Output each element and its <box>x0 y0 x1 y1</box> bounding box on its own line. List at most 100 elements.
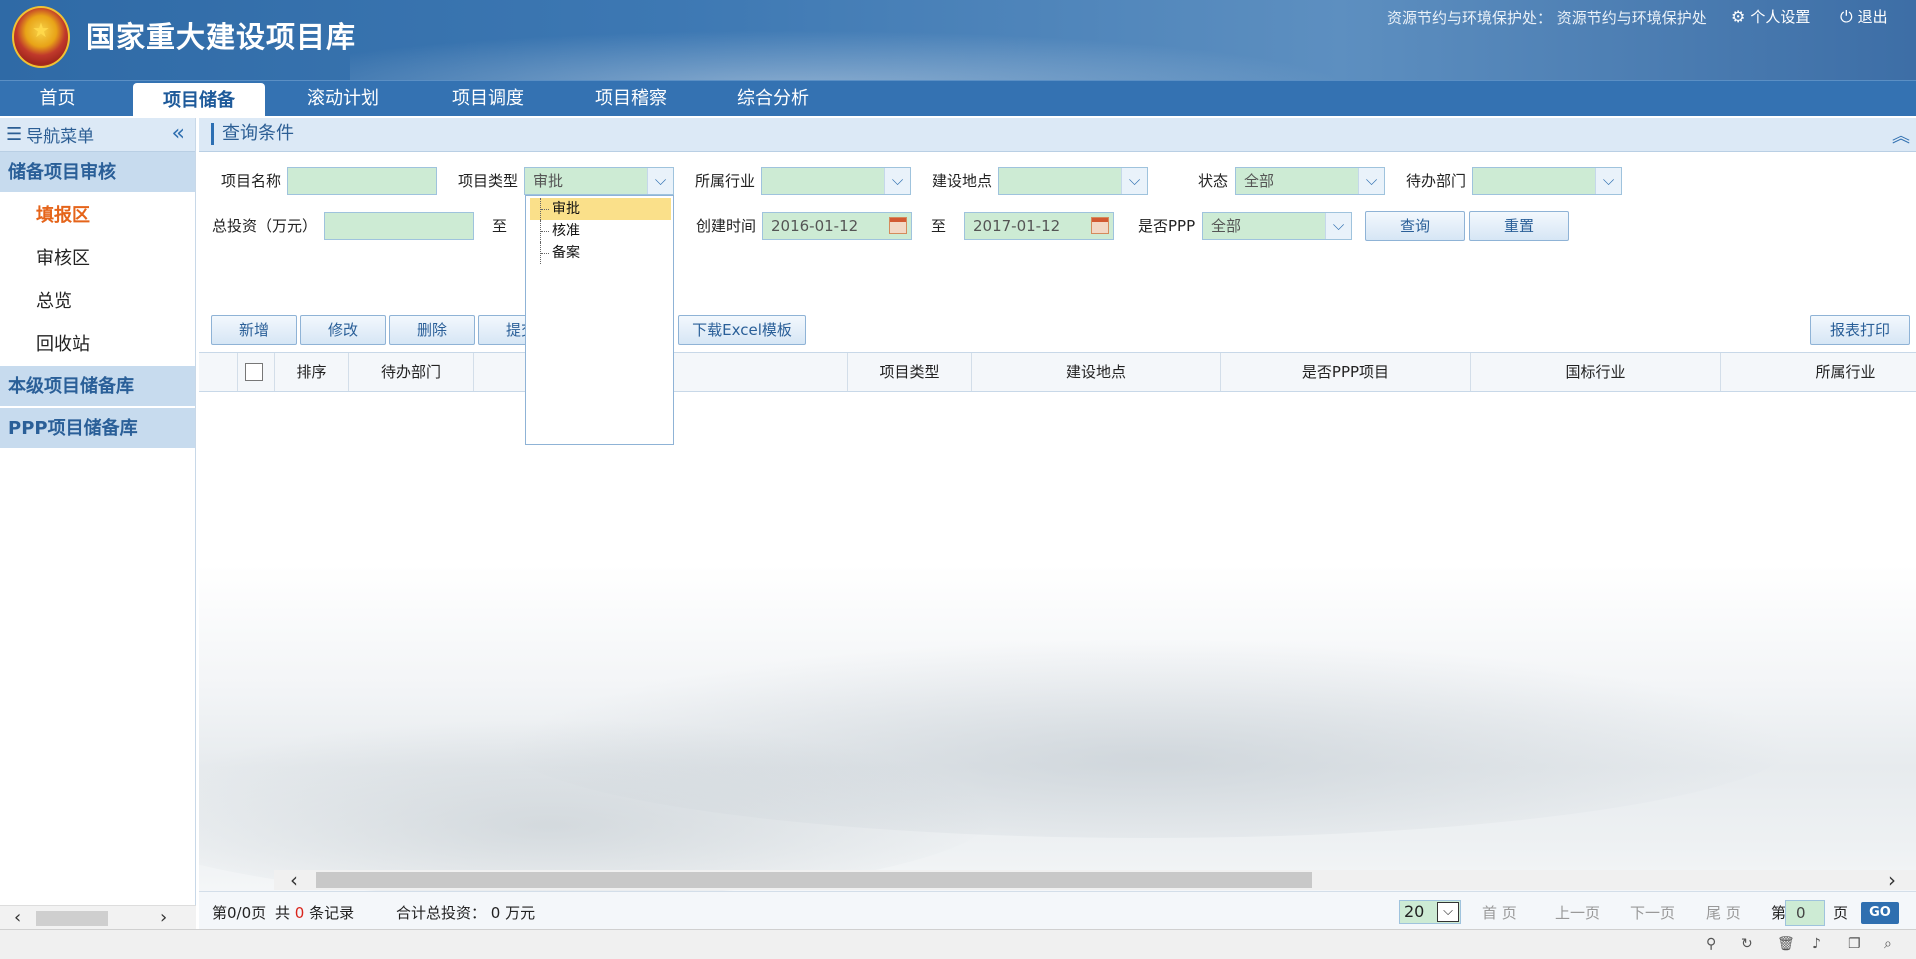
ppp-select[interactable]: 全部 ⌵ <box>1202 212 1352 240</box>
dropdown-option-filing[interactable]: 备案 <box>530 242 673 264</box>
sidebar-horizontal-scrollbar[interactable]: ‹ › <box>0 905 196 929</box>
location-label: 建设地点 <box>932 172 993 190</box>
add-button[interactable]: 新增 <box>211 315 297 345</box>
pending-dept-select[interactable]: ⌵ <box>1472 167 1622 195</box>
tab-project-reserve[interactable]: 项目储备 <box>133 83 265 117</box>
scroll-right-arrow-icon[interactable]: › <box>160 907 167 928</box>
grid-scroll-thumb[interactable] <box>316 872 1312 888</box>
total-count: 0 <box>294 904 305 922</box>
created-time-label: 创建时间 <box>696 217 757 235</box>
sidebar-item-recycle-bin[interactable]: 回收站 <box>0 323 195 366</box>
edit-button[interactable]: 修改 <box>300 315 386 345</box>
collapse-sidebar-icon[interactable]: « <box>172 121 185 146</box>
pagination-bar: 第0/0页 共 0 条记录 合计总投资： 0 万元 20 ⌵ 首 页 上一页 下… <box>199 891 1916 929</box>
next-page-button[interactable]: 下一页 <box>1630 902 1675 923</box>
scroll-left-arrow-icon[interactable]: ‹ <box>290 868 298 892</box>
dropdown-option-verification[interactable]: 核准 <box>530 220 673 242</box>
download-excel-template-button[interactable]: 下载Excel模板 <box>678 315 806 345</box>
tab-project-inspection[interactable]: 项目稽察 <box>571 81 691 117</box>
delete-button[interactable]: 删除 <box>389 315 475 345</box>
column-location[interactable]: 建设地点 <box>971 353 1220 391</box>
chevron-down-icon[interactable]: ⌵ <box>1358 168 1384 194</box>
gear-icon: ⚙ <box>1731 7 1746 26</box>
column-pending-dept[interactable]: 待办部门 <box>348 353 473 391</box>
created-to-input[interactable]: 2017-01-12 <box>964 212 1114 240</box>
chevron-down-icon[interactable]: ⌵ <box>1121 168 1147 194</box>
sidebar-item-overview[interactable]: 总览 <box>0 280 195 323</box>
menu-list-icon: ☰ <box>6 124 23 145</box>
chevron-down-icon[interactable]: ⌵ <box>1325 213 1351 239</box>
chevron-down-icon[interactable]: ⌵ <box>1437 902 1459 922</box>
tree-connector <box>540 220 550 242</box>
page-size-select[interactable]: 20 ⌵ <box>1399 900 1461 924</box>
column-national-industry[interactable]: 国标行业 <box>1470 353 1720 391</box>
page-number-input[interactable]: 0 <box>1785 900 1825 926</box>
reset-button[interactable]: 重置 <box>1469 211 1569 241</box>
project-type-label: 项目类型 <box>458 172 519 190</box>
investment-from-input[interactable] <box>324 212 474 240</box>
sidebar-item-fill-area[interactable]: 填报区 <box>0 194 195 237</box>
print-report-button[interactable]: 报表打印 <box>1810 315 1910 345</box>
top-navigation: 首页 项目储备 滚动计划 项目调度 项目稽察 综合分析 <box>0 80 1916 117</box>
project-type-select[interactable]: 审批 ⌵ <box>524 167 674 195</box>
column-industry[interactable]: 所属行业 <box>1720 353 1916 391</box>
chevron-down-icon[interactable]: ⌵ <box>1595 168 1621 194</box>
window-icon[interactable]: ❐ <box>1848 936 1861 952</box>
grid-horizontal-scrollbar[interactable]: ‹ › <box>274 868 1916 892</box>
industry-select[interactable]: ⌵ <box>761 167 911 195</box>
first-page-button[interactable]: 首 页 <box>1482 902 1517 923</box>
tab-rolling-plan[interactable]: 滚动计划 <box>283 81 403 117</box>
personal-settings-label: 个人设置 <box>1750 8 1811 26</box>
scroll-right-arrow-icon[interactable]: › <box>1888 868 1896 892</box>
go-button[interactable]: GO <box>1861 902 1899 924</box>
last-page-button[interactable]: 尾 页 <box>1706 902 1741 923</box>
zoom-icon[interactable]: ⌕ <box>1884 936 1892 952</box>
logout-link[interactable]: ⏻ 退出 <box>1840 6 1888 27</box>
tab-home[interactable]: 首页 <box>0 81 115 117</box>
collapse-up-icon[interactable]: ︽ <box>1892 122 1910 148</box>
location-select[interactable]: ⌵ <box>998 167 1148 195</box>
sidebar-item-review-area[interactable]: 审核区 <box>0 237 195 280</box>
tab-comprehensive-analysis[interactable]: 综合分析 <box>713 81 833 117</box>
created-from-input[interactable]: 2016-01-12 <box>762 212 912 240</box>
project-type-dropdown-list: 审批 核准 备案 <box>525 195 674 445</box>
refresh-icon[interactable]: ↻ <box>1741 936 1753 952</box>
column-sort[interactable]: 排序 <box>274 353 348 391</box>
column-project-type[interactable]: 项目类型 <box>847 353 971 391</box>
status-select[interactable]: 全部 ⌵ <box>1235 167 1385 195</box>
project-name-label: 项目名称 <box>221 172 282 190</box>
chevron-down-icon[interactable]: ⌵ <box>884 168 910 194</box>
app-header: 国家重大建设项目库 资源节约与环境保护处： 资源节约与环境保护处 ⚙ 个人设置 … <box>0 0 1916 80</box>
personal-settings-link[interactable]: ⚙ 个人设置 <box>1731 6 1810 27</box>
page-info: 第0/0页 共 0 条记录 <box>212 902 354 923</box>
dropdown-option-label: 审批 <box>552 201 580 217</box>
dropdown-option-approval[interactable]: 审批 <box>530 198 671 220</box>
sidebar-group-ppp-reserve[interactable]: PPP项目储备库 <box>0 408 195 450</box>
user-department-info: 资源节约与环境保护处： 资源节约与环境保护处 <box>1387 9 1707 27</box>
ppp-value: 全部 <box>1211 217 1242 235</box>
sidebar-title: 导航菜单 <box>26 127 95 147</box>
ppp-label: 是否PPP <box>1138 217 1196 235</box>
project-name-input[interactable] <box>287 167 437 195</box>
calendar-icon[interactable] <box>889 217 907 234</box>
power-icon: ⏻ <box>1840 6 1853 26</box>
sidebar-group-reserve-review[interactable]: 储备项目审核 <box>0 152 195 194</box>
query-conditions-bar: 查询条件 ︽ <box>199 118 1916 152</box>
national-emblem-logo <box>12 6 70 68</box>
pin-icon[interactable]: ⚲ <box>1706 936 1716 952</box>
sidebar-scroll-thumb[interactable] <box>36 911 108 926</box>
browser-status-bar: ⚲ ↻ 🗑 ♪ ❐ ⌕ <box>0 929 1916 959</box>
created-from-value: 2016-01-12 <box>771 217 859 235</box>
select-all-checkbox[interactable] <box>245 363 263 381</box>
dropdown-option-label: 备案 <box>552 245 580 261</box>
tab-project-scheduling[interactable]: 项目调度 <box>428 81 548 117</box>
search-button[interactable]: 查询 <box>1365 211 1465 241</box>
prev-page-button[interactable]: 上一页 <box>1555 902 1600 923</box>
column-is-ppp[interactable]: 是否PPP项目 <box>1220 353 1470 391</box>
sidebar-group-local-reserve[interactable]: 本级项目储备库 <box>0 366 195 408</box>
chevron-down-icon[interactable]: ⌵ <box>647 168 673 194</box>
speaker-icon[interactable]: ♪ <box>1812 936 1821 952</box>
trash-icon[interactable]: 🗑 <box>1777 936 1795 952</box>
calendar-icon[interactable] <box>1091 217 1109 234</box>
scroll-left-arrow-icon[interactable]: ‹ <box>14 907 21 928</box>
